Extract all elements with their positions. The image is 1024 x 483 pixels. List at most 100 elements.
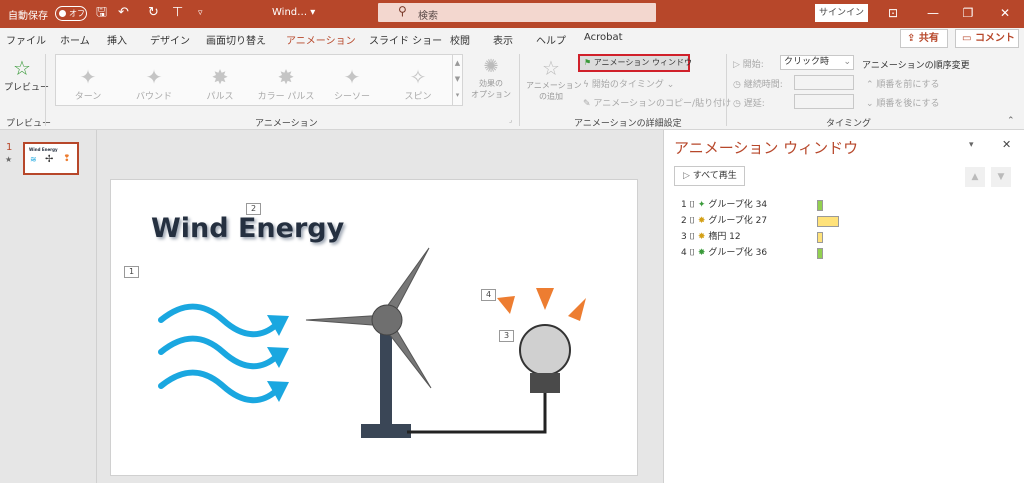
mouse-icon: ⌷ [689,232,696,242]
timing-bar [817,200,823,211]
comment-icon: ▭ [962,33,975,44]
move-up-button[interactable]: ▲ [965,167,985,187]
trigger-button[interactable]: ϟ 開始のタイミング ⌄ [583,77,674,90]
up-arrow-icon: ⌃ [866,80,877,90]
animation-painter-button[interactable]: ✎ アニメーションのコピー/貼り付け [583,96,731,109]
animation-item[interactable]: 1 ⌷ ✦ グループ化 34 [681,197,861,213]
search-input[interactable]: ⚲ 検索 [378,3,656,22]
brush-icon: ✎ [583,99,594,109]
thumbnail-waves: ≋ [30,155,37,164]
slide-number: 1 [6,142,13,153]
animation-item[interactable]: 4 ⌷ ✸ グループ化 36 [681,245,861,261]
comment-button[interactable]: ▭ コメント [955,29,1019,48]
effect-spin[interactable]: ✧ スピン [388,65,448,105]
add-animation-icon: ☆ [542,56,560,80]
effect-turn[interactable]: ✦ ターン [58,65,118,105]
undo-icon[interactable]: ↶ [118,5,129,21]
animation-item[interactable]: 3 ⌷ ✸ 楕円 12 [681,229,861,245]
delay-field[interactable] [794,94,854,109]
close-icon[interactable]: ✕ [995,4,1015,22]
wind-arrow [158,303,279,338]
item-name: 楕円 12 [708,232,741,242]
wind-arrow [158,335,279,370]
tab-file[interactable]: ファイル [6,32,46,47]
collapse-ribbon-icon[interactable]: ⌃ [1007,116,1015,126]
present-icon[interactable]: ⊤ [172,5,183,21]
animation-gallery: ✦ ターン ✦ バウンド ✸ パルス ✸ カラー パルス ✦ シーソー ✧ スピン ▲ ▼ ▾ [55,54,463,106]
pane-options-icon[interactable]: ▾ [969,140,974,150]
move-down-button[interactable]: ▼ [991,167,1011,187]
tab-review[interactable]: 校閲 [450,32,470,47]
trigger-label: 開始のタイミング [591,80,664,90]
entrance-star-icon: ✸ [697,248,706,258]
move-earlier-button[interactable]: ⌃ 順番を前にする [866,77,940,90]
title-bar: 自動保存 オフ 🖫 ↶ ↻ ⊤ ▿ Wind… ▾ ⚲ 検索 サインイン ⊡ —… [0,0,1024,28]
slide-canvas[interactable]: Wind Energy 2 1 4 3 [110,179,638,476]
preview-label: プレビュー [4,83,50,93]
effect-color-pulse[interactable]: ✸ カラー パルス [256,65,316,105]
effect-label: スピン [404,92,432,102]
redo-icon[interactable]: ↻ [148,5,159,21]
animation-pane-button[interactable]: ⚑ アニメーション ウィンドウ [578,54,692,72]
move-later-button[interactable]: ⌄ 順番を後にする [866,96,940,109]
star-icon: ✦ [79,65,97,89]
minimize-icon[interactable]: — [923,4,943,22]
tab-home[interactable]: ホーム [60,32,90,47]
lightning-icon: ϟ [583,80,592,90]
play-all-label: すべて再生 [692,171,737,181]
tab-design[interactable]: デザイン [150,32,190,47]
light-burst [497,288,586,321]
start-value: クリック時 [784,57,830,67]
ribbon-display-icon[interactable]: ⊡ [883,4,903,22]
tab-animations[interactable]: アニメーション [286,32,356,52]
timing-bar [817,232,823,243]
wind-turbine [305,247,432,438]
tab-help[interactable]: ヘルプ [536,32,566,47]
bulb-base [530,373,560,393]
autosave-toggle[interactable]: オフ [55,6,87,21]
play-icon: ▷ [683,171,693,181]
effect-teeter[interactable]: ✦ シーソー [322,65,382,105]
start-select[interactable]: クリック時 ⌄ [780,55,854,70]
share-button[interactable]: ⇪ 共有 [900,29,948,48]
tab-acrobat[interactable]: Acrobat [584,32,623,43]
effect-bounce[interactable]: ✦ バウンド [124,65,184,105]
file-name[interactable]: Wind… ▾ [272,7,315,18]
gallery-scroll[interactable]: ▲ ▼ ▾ [452,55,462,105]
save-icon[interactable]: 🖫 [96,5,107,21]
animation-item[interactable]: 2 ⌷ ✸ グループ化 27 [681,213,861,229]
group-label-timing: タイミング [826,119,872,129]
mouse-icon: ⌷ [689,200,696,210]
dialog-launcher-icon[interactable]: ⌟ [509,116,512,124]
star-icon: ✸ [211,65,229,89]
preview-button[interactable]: ☆ プレビュー [4,56,50,93]
duration-field[interactable] [794,75,854,90]
play-all-button[interactable]: ▷ すべて再生 [674,166,745,186]
slide-artwork [158,247,586,438]
star-icon: ✦ [145,65,163,89]
pane-close-icon[interactable]: ✕ [1002,138,1011,151]
signin-button[interactable]: サインイン [815,4,868,22]
slide-editor: Wind Energy 2 1 4 3 [98,130,662,483]
tab-view[interactable]: 表示 [493,32,513,47]
slide-thumbnail[interactable]: Wind Energy ≋ ✢ ❢ [23,142,79,175]
item-number: 1 [681,200,687,210]
down-arrow-icon: ⌄ [866,99,877,109]
customize-qat-icon[interactable]: ▿ [198,5,203,21]
group-label-animation: アニメーション [255,119,318,129]
chevron-down-icon: ⌄ [843,57,851,67]
autosave-label: 自動保存 [8,11,48,22]
duration-label: ◷ 継続時間: [733,80,783,90]
add-animation-button[interactable]: ☆ アニメーション の追加 [526,56,582,102]
arrow-head [267,315,289,336]
tab-transitions[interactable]: 画面切り替え [206,32,266,47]
tab-insert[interactable]: 挿入 [107,32,127,47]
tab-slideshow[interactable]: スライド ショー [369,32,442,47]
effect-label: ターン [74,92,102,102]
restore-icon[interactable]: ❐ [958,4,978,22]
animation-pane-icon: ⚑ [584,58,592,67]
separator [726,54,727,126]
effect-options-button[interactable]: ✺ 効果の オプション [468,56,514,100]
effect-pulse[interactable]: ✸ パルス [190,65,250,105]
arrow-head [267,347,289,368]
